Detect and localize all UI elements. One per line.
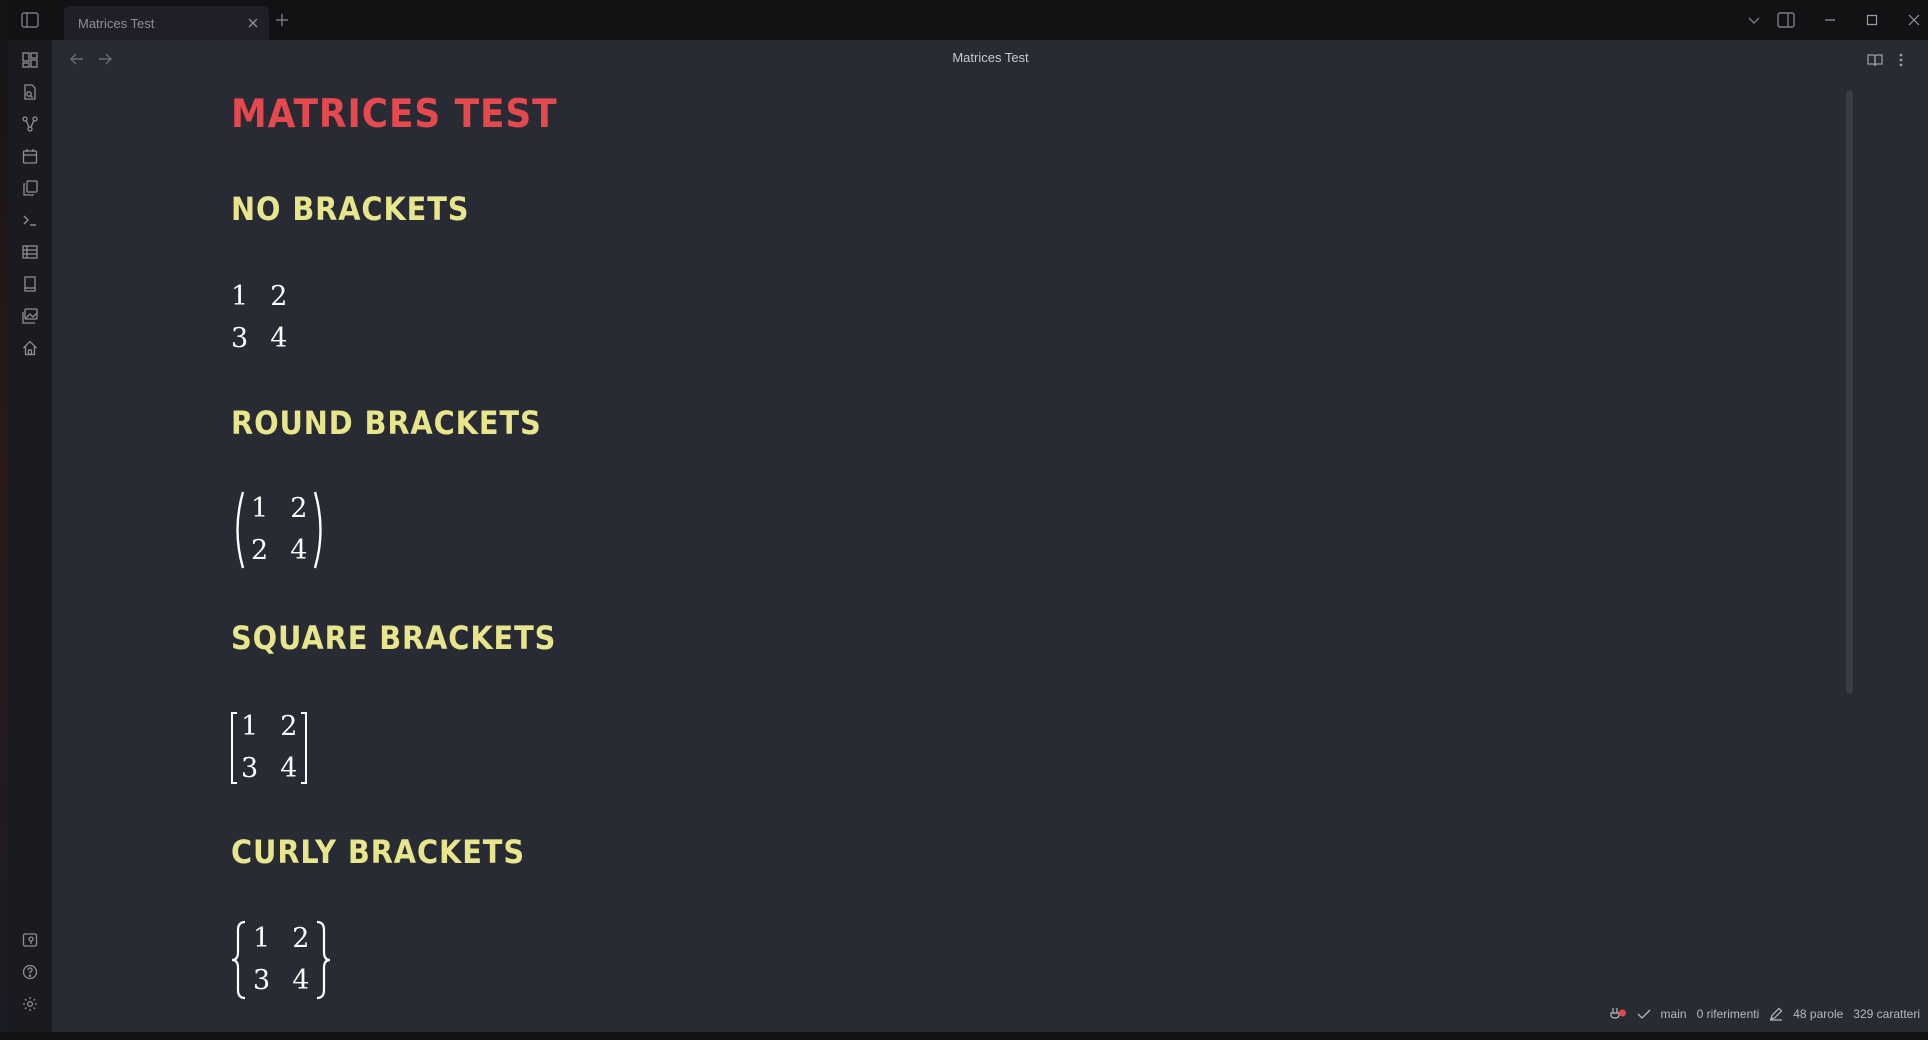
table-icon[interactable]	[19, 241, 41, 263]
editor-pane: Matrices Test MATRICES TEST NO BRACKETS …	[53, 40, 1928, 1032]
sync-status-icon[interactable]	[1609, 1007, 1627, 1021]
heading-round-brackets: ROUND BRACKETS	[231, 404, 542, 442]
new-tab-plus-icon[interactable]	[272, 10, 292, 30]
left-ribbon	[8, 40, 53, 1032]
maximize-icon[interactable]	[1862, 10, 1882, 30]
status-bar: main 0 riferimenti 48 parole 329 caratte…	[1609, 1004, 1920, 1024]
reading-view-book-icon[interactable]	[1865, 50, 1885, 70]
tab-title: Matrices Test	[78, 15, 155, 31]
matrix-cell: 1	[253, 923, 271, 954]
matrix-cell: 2	[270, 281, 288, 312]
matrix-cell: 2	[280, 711, 298, 742]
more-options-icon[interactable]	[1891, 50, 1911, 70]
document-title: MATRICES TEST	[231, 92, 558, 137]
git-branch[interactable]: main	[1661, 1007, 1687, 1021]
graph-view-icon[interactable]	[19, 113, 41, 135]
matrix-cell: 3	[241, 753, 259, 784]
dashboard-icon[interactable]	[19, 49, 41, 71]
matrix-cell: 1	[251, 493, 269, 524]
book-icon[interactable]	[19, 273, 41, 295]
settings-icon[interactable]	[19, 993, 41, 1015]
heading-no-brackets: NO BRACKETS	[231, 190, 470, 228]
matrix-cell: 4	[292, 965, 310, 996]
chevron-down-icon[interactable]	[1744, 10, 1764, 30]
check-icon[interactable]	[1637, 1008, 1651, 1020]
matrix-no-brackets: 1 2 3 4	[231, 278, 287, 358]
matrix-cell: 3	[231, 323, 249, 354]
scrollbar[interactable]	[1846, 90, 1853, 694]
file-search-icon[interactable]	[19, 81, 41, 103]
terminal-icon[interactable]	[19, 209, 41, 231]
matrix-cell: 3	[253, 965, 271, 996]
gallery-icon[interactable]	[19, 305, 41, 327]
right-curly-brace	[317, 920, 331, 1000]
title-bar: Matrices Test	[8, 0, 1928, 40]
backlinks-count[interactable]: 0 riferimenti	[1697, 1007, 1760, 1021]
matrix-curly-brackets: 1 2 3 4	[231, 920, 331, 1000]
heading-curly-brackets: CURLY BRACKETS	[231, 833, 525, 871]
home-icon[interactable]	[19, 337, 41, 359]
close-icon[interactable]	[245, 15, 261, 31]
matrix-cell: 4	[290, 535, 308, 566]
matrix-cell: 2	[251, 535, 269, 566]
matrix-cell: 1	[241, 711, 259, 742]
matrix-square-brackets: 1 2 3 4	[231, 708, 308, 788]
tab-matrices-test[interactable]: Matrices Test	[64, 6, 269, 40]
matrix-cell: 2	[290, 493, 308, 524]
right-sidebar-toggle-icon[interactable]	[1776, 10, 1796, 30]
minimize-icon[interactable]	[1820, 10, 1840, 30]
bottom-strip	[0, 1032, 1928, 1040]
heading-square-brackets: SQUARE BRACKETS	[231, 619, 557, 657]
help-icon[interactable]	[19, 961, 41, 983]
matrix-cell: 1	[231, 281, 249, 312]
left-curly-brace	[231, 920, 246, 1000]
left-paren	[236, 491, 245, 569]
view-header-title[interactable]: Matrices Test	[53, 50, 1928, 65]
word-count: 48 parole	[1793, 1007, 1844, 1021]
edit-pencil-icon[interactable]	[1769, 1007, 1783, 1021]
copy-icon[interactable]	[19, 177, 41, 199]
window-close-icon[interactable]	[1904, 10, 1924, 30]
sidebar-toggle-icon[interactable]	[20, 10, 40, 30]
right-paren	[314, 491, 323, 569]
vault-switch-icon[interactable]	[19, 929, 41, 951]
right-square-bracket	[301, 712, 308, 784]
window-edge	[0, 0, 8, 1040]
matrix-cell: 4	[280, 753, 298, 784]
left-square-bracket	[231, 712, 237, 784]
matrix-cell: 4	[270, 323, 288, 354]
matrix-cell: 2	[292, 923, 310, 954]
calendar-icon[interactable]	[19, 145, 41, 167]
matrix-round-brackets: 1 2 2 4	[231, 490, 327, 570]
char-count: 329 caratteri	[1853, 1007, 1920, 1021]
